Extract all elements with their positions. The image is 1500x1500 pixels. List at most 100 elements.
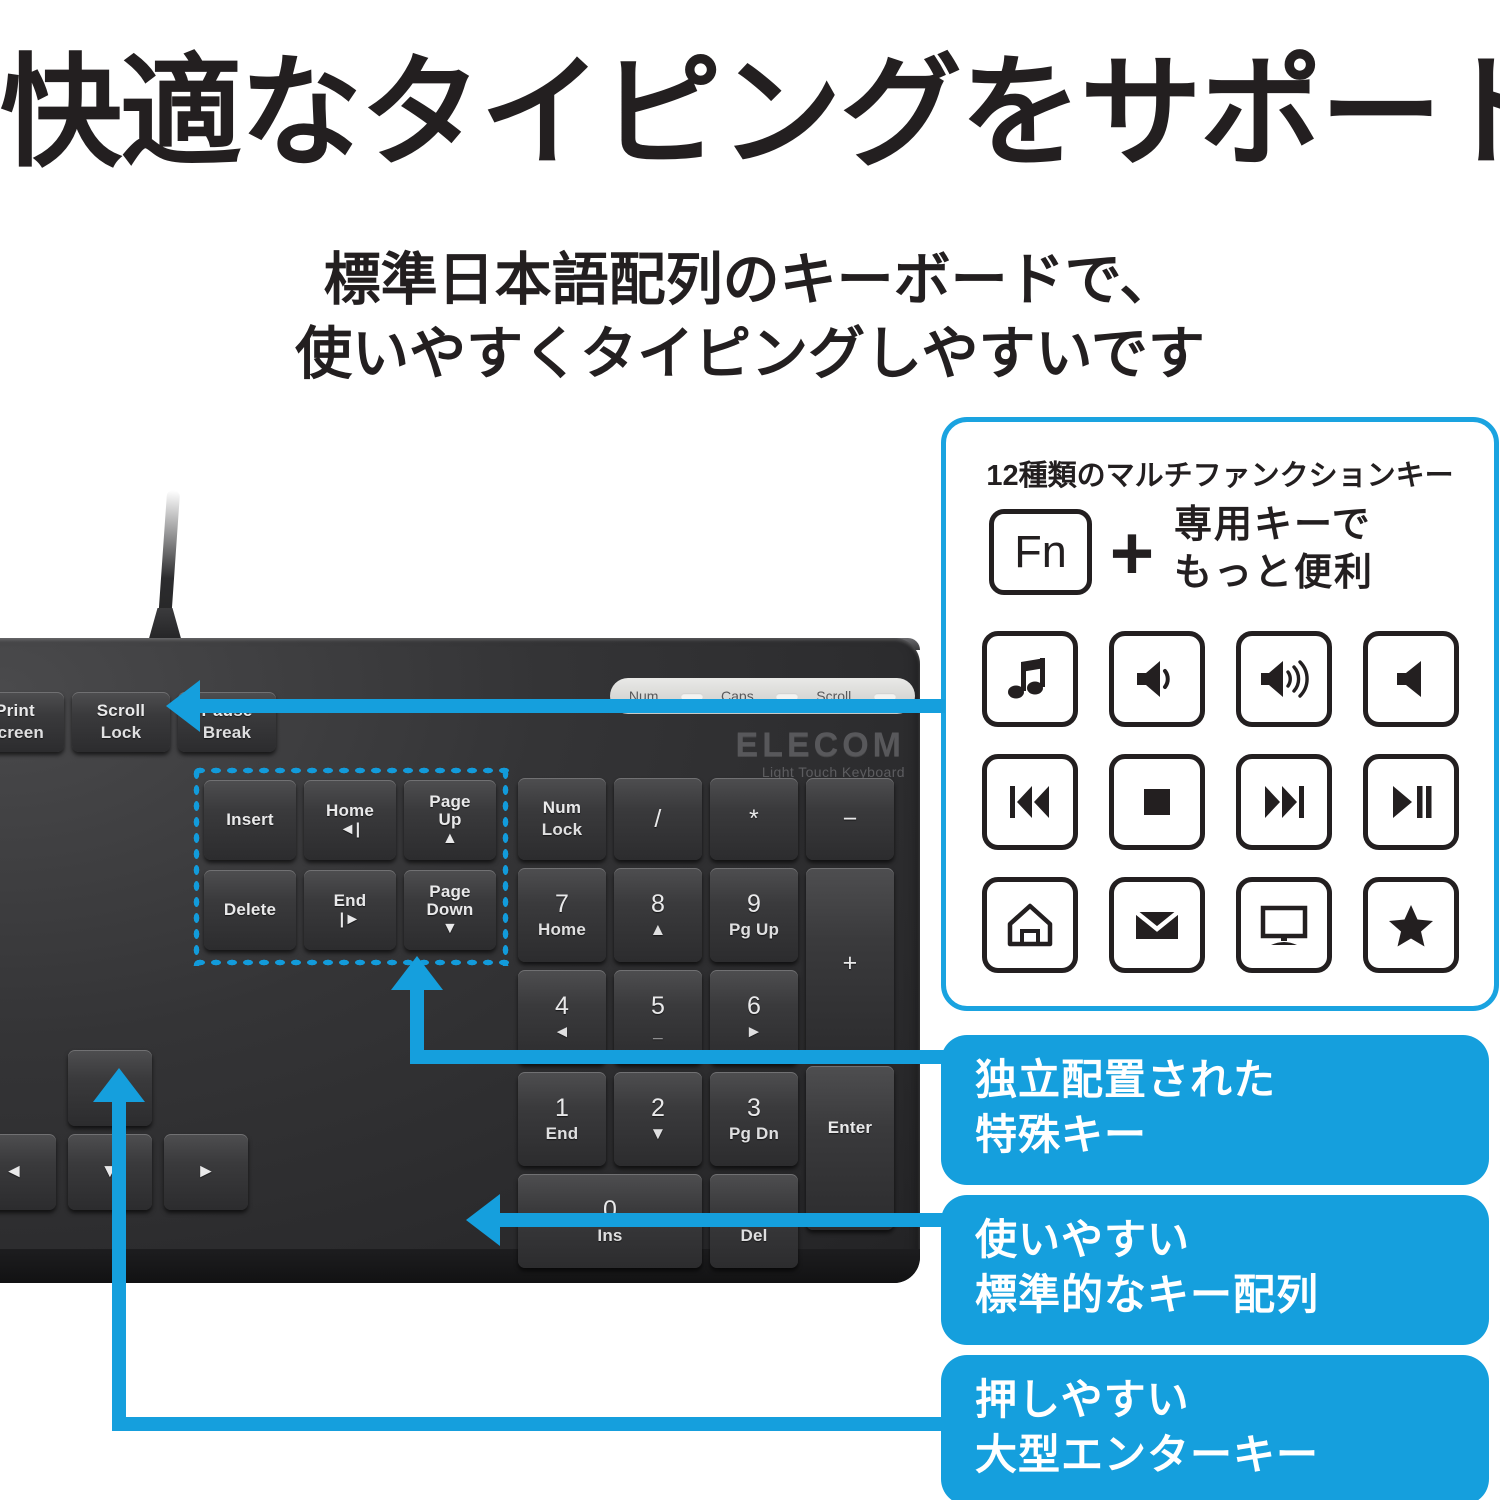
key-0-sub: Ins [597,1225,623,1245]
key-home-label: Home [325,800,375,820]
brand-logo: ELECOM [735,726,905,764]
key-page-down[interactable]: Page Down ▼ [404,870,496,950]
icon-cell [1224,867,1343,982]
key-arrow-left[interactable]: ◄ [0,1134,56,1210]
key-end[interactable]: End |► [304,870,396,950]
fn-key-badge: Fn [989,509,1092,595]
key-plus-label: + [842,948,858,977]
key-minus-label: − [842,804,858,833]
cable-strain-relief [148,608,182,642]
key-1-sub: End [545,1123,579,1143]
callout-1-line-2: 特殊キー [975,1110,1148,1158]
icon-cell [970,745,1089,860]
key-numpad-1[interactable]: 1 End [518,1072,606,1166]
key-9-label: 9 [746,890,762,919]
key-pgup-line1: Page [429,791,471,811]
key-multiply-label: * [749,804,759,833]
key-print-screen[interactable]: Print Screen [0,692,64,752]
key-numpad-enter-label: Enter [827,1117,873,1137]
key-decimal-sub: Del [740,1225,768,1245]
callout-3-line-2: 大型エンターキー [975,1430,1320,1478]
key-divide-label: / [654,804,662,833]
subtitle-line-2: 使いやすくタイピングしやすいです [295,322,1205,387]
fn-description: 専用キーで もっと便利 [1174,502,1474,597]
key-numpad-minus[interactable]: − [806,778,894,860]
icon-cell [1097,622,1216,737]
volume-down-icon [1108,631,1205,728]
stop-icon [1108,753,1205,850]
previous-track-icon [981,753,1078,850]
callout-2-line-1: 使いやすい [975,1216,1191,1263]
key-4-sub: ◄ [553,1021,571,1041]
key-delete[interactable]: Delete [204,870,296,950]
key-insert[interactable]: Insert [204,780,296,860]
arrow-head-to-nav-cluster [391,956,443,990]
keyboard-product-photo: Num Caps Scroll ELECOM Light Touch Keybo… [0,489,930,1300]
music-note-icon [981,631,1078,728]
arrow-head-to-arrow-key [466,1194,500,1246]
key-arrow-down[interactable]: ▼ [68,1134,152,1210]
fn-description-line-1: 専用キーで [1174,504,1372,546]
key-home[interactable]: Home ◄| [304,780,396,860]
connector-callout3-horizontal [112,1417,945,1431]
key-9-sub: Pg Up [728,919,780,939]
arrow-left-icon: ◄ [4,1160,24,1182]
fn-description-line-2: もっと便利 [1174,551,1375,594]
callout-3-line-1: 押しやすい [975,1376,1190,1423]
key-numpad-9[interactable]: 9 Pg Up [710,868,798,962]
multifunction-key-panel: 12種類のマルチファンクションキー Fn + 専用キーで もっと便利 [941,417,1499,1011]
icon-cell [1351,867,1470,982]
next-track-icon [1235,753,1332,850]
key-7-label: 7 [554,890,570,919]
key-insert-label: Insert [226,809,274,829]
key-scroll-lock[interactable]: Scroll Lock [72,692,170,752]
key-pause-line2: Break [202,722,252,742]
key-scroll-line1: Scroll [96,701,146,721]
key-numpad-7[interactable]: 7 Home [518,868,606,962]
key-numpad-8[interactable]: 8 ▲ [614,868,702,962]
key-pgdn-line2: Down [426,899,474,919]
arrow-head-to-f12 [166,680,200,732]
icon-cell [970,622,1089,737]
key-4-label: 4 [554,992,570,1021]
page-subtitle: 標準日本語配列のキーボードで、 使いやすくタイピングしやすいです [0,243,1500,391]
key-numpad-enter[interactable]: Enter [806,1066,894,1230]
function-icon-grid [970,622,1470,982]
arrow-head-to-enter-key [93,1068,145,1102]
icon-cell [970,867,1089,982]
previous-track-icon: ◄| [339,820,361,838]
key-numpad-divide[interactable]: / [614,778,702,860]
connector-callout2-horizontal [500,1213,945,1227]
key-2-label: 2 [650,1094,666,1123]
home-icon [981,876,1078,973]
key-numpad-2[interactable]: 2 ▼ [614,1072,702,1166]
connector-callout1-vertical [410,988,424,1056]
callout-2-line-2: 標準的なキー配列 [975,1270,1320,1318]
key-delete-label: Delete [223,899,277,919]
callout-special-keys: 独立配置された 特殊キー [941,1035,1489,1185]
key-numlock-line1: Num [542,798,582,818]
key-numpad-plus[interactable]: + [806,868,894,1058]
key-print-line1: Print [0,701,35,721]
next-track-icon: |► [339,910,361,928]
key-num-lock[interactable]: Num Lock [518,778,606,860]
key-2-sub: ▼ [649,1123,667,1143]
icon-cell [1224,745,1343,860]
arrow-right-icon: ► [196,1160,216,1182]
key-numpad-multiply[interactable]: * [710,778,798,860]
icon-cell [1097,867,1216,982]
key-numlock-line2: Lock [541,819,583,839]
key-arrow-right[interactable]: ► [164,1134,248,1210]
key-7-sub: Home [537,919,587,939]
connector-panel-to-f12 [200,699,945,713]
panel-title: 12種類のマルチファンクションキー [986,460,1454,492]
plus-symbol: + [1109,511,1155,596]
connector-callout3-vertical [112,1100,126,1425]
icon-cell [1351,745,1470,860]
key-pgup-line2: Up [438,809,462,829]
key-5-label: 5 [650,992,666,1021]
mute-icon [1362,631,1459,728]
key-page-up[interactable]: Page Up ▲ [404,780,496,860]
key-numpad-3[interactable]: 3 Pg Dn [710,1072,798,1166]
advertisement-canvas: 快適なタイピングをサポート 標準日本語配列のキーボードで、 使いやすくタイピング… [0,0,1500,1500]
